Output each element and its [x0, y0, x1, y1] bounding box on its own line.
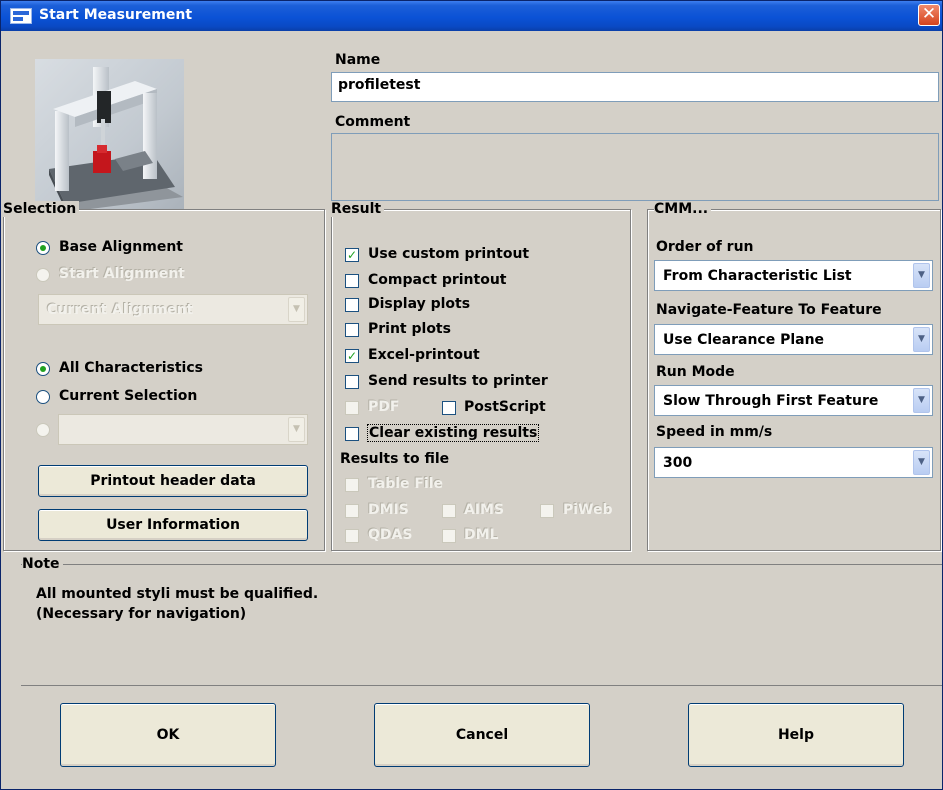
display-plots-label: Display plots	[368, 296, 471, 312]
comment-label: Comment	[335, 114, 411, 130]
alignment-combo-value: Current Alignment	[47, 302, 194, 318]
run-mode-label: Run Mode	[656, 364, 735, 380]
alignment-combo[interactable]: Current Alignment ▼	[38, 294, 308, 325]
cmm-group-title: CMM...	[654, 201, 712, 217]
start-measurement-dialog: Start Measurement ✕ Name profiletest Com…	[0, 0, 943, 790]
start-alignment-radio[interactable]	[36, 268, 50, 282]
qdas-checkbox[interactable]	[345, 529, 359, 543]
table-file-checkbox[interactable]	[345, 478, 359, 492]
qdas-label: QDAS	[368, 527, 413, 543]
compact-printout-label: Compact printout	[368, 272, 507, 288]
close-button[interactable]: ✕	[918, 4, 940, 26]
selection-combo-radio[interactable]	[36, 423, 50, 437]
comment-textarea[interactable]	[331, 133, 939, 201]
postscript-label: PostScript	[464, 399, 546, 415]
chevron-down-icon[interactable]: ▼	[288, 417, 305, 442]
cmm-machine-image	[35, 59, 184, 211]
printout-header-data-button[interactable]: Printout header data	[38, 465, 308, 497]
title-bar[interactable]: Start Measurement ✕	[1, 1, 942, 31]
print-plots-checkbox[interactable]	[345, 323, 359, 337]
result-group-title: Result	[331, 201, 385, 217]
all-characteristics-label: All Characteristics	[59, 360, 203, 376]
user-information-label: User Information	[106, 517, 240, 533]
piweb-label: PiWeb	[563, 502, 613, 518]
table-file-label: Table File	[368, 476, 444, 492]
printout-header-data-label: Printout header data	[90, 473, 256, 489]
dml-label: DML	[464, 527, 499, 543]
speed-label: Speed in mm/s	[656, 424, 773, 440]
send-results-to-printer-checkbox[interactable]	[345, 375, 359, 389]
pdf-label: PDF	[368, 399, 400, 415]
cancel-label: Cancel	[455, 727, 509, 743]
aims-checkbox[interactable]	[442, 504, 456, 518]
help-label: Help	[777, 727, 815, 743]
postscript-checkbox[interactable]	[442, 401, 456, 415]
display-plots-checkbox[interactable]	[345, 298, 359, 312]
chevron-down-icon[interactable]: ▼	[913, 327, 930, 352]
use-custom-printout-checkbox[interactable]: ✓	[345, 248, 359, 262]
dmis-label: DMIS	[368, 502, 409, 518]
clear-existing-results-label: Clear existing results	[367, 424, 540, 442]
window-title: Start Measurement	[39, 7, 193, 23]
name-input[interactable]: profiletest	[331, 72, 939, 102]
pdf-checkbox[interactable]	[345, 401, 359, 415]
excel-printout-label: Excel-printout	[368, 347, 480, 363]
navigate-feature-label: Navigate-Feature To Feature	[656, 302, 882, 318]
aims-label: AIMS	[464, 502, 505, 518]
chevron-down-icon[interactable]: ▼	[913, 263, 930, 288]
base-alignment-label: Base Alignment	[59, 239, 183, 255]
run-mode-combo[interactable]: Slow Through First Feature ▼	[654, 385, 933, 416]
ok-button[interactable]: OK	[60, 703, 276, 767]
excel-printout-checkbox[interactable]: ✓	[345, 349, 359, 363]
run-mode-value: Slow Through First Feature	[663, 393, 879, 409]
order-of-run-label: Order of run	[656, 239, 754, 255]
user-information-button[interactable]: User Information	[38, 509, 308, 541]
print-plots-label: Print plots	[368, 321, 451, 337]
order-of-run-combo[interactable]: From Characteristic List ▼	[654, 260, 933, 291]
results-to-file-label: Results to file	[340, 451, 450, 467]
send-results-to-printer-label: Send results to printer	[368, 373, 548, 389]
current-selection-radio[interactable]	[36, 390, 50, 404]
compact-printout-checkbox[interactable]	[345, 274, 359, 288]
note-line-1: All mounted styli must be qualified.	[36, 586, 319, 602]
dmis-checkbox[interactable]	[345, 504, 359, 518]
ok-label: OK	[156, 727, 180, 743]
speed-value: 300	[663, 455, 693, 471]
clear-existing-results-checkbox[interactable]	[345, 427, 359, 441]
order-of-run-value: From Characteristic List	[663, 268, 852, 284]
speed-combo[interactable]: 300 ▼	[654, 447, 933, 478]
chevron-down-icon[interactable]: ▼	[913, 450, 930, 475]
chevron-down-icon[interactable]: ▼	[288, 297, 305, 322]
note-group	[21, 564, 942, 686]
selection-combo[interactable]: ▼	[58, 414, 308, 445]
piweb-checkbox[interactable]	[540, 504, 554, 518]
cmm-machine-illustration	[49, 67, 183, 211]
name-label: Name	[335, 52, 381, 68]
app-icon	[10, 8, 32, 24]
selection-group: Selection	[3, 201, 325, 551]
dialog-content: Name profiletest Comment Selection Base …	[1, 31, 942, 789]
cancel-button[interactable]: Cancel	[374, 703, 590, 767]
all-characteristics-radio[interactable]	[36, 362, 50, 376]
help-button[interactable]: Help	[688, 703, 904, 767]
start-alignment-label: Start Alignment	[59, 266, 185, 282]
use-custom-printout-label: Use custom printout	[368, 246, 530, 262]
navigate-feature-value: Use Clearance Plane	[663, 332, 825, 348]
dml-checkbox[interactable]	[442, 529, 456, 543]
base-alignment-radio[interactable]	[36, 241, 50, 255]
current-selection-label: Current Selection	[59, 388, 198, 404]
chevron-down-icon[interactable]: ▼	[913, 388, 930, 413]
note-line-2: (Necessary for navigation)	[36, 606, 247, 622]
note-title: Note	[22, 556, 63, 572]
navigate-feature-combo[interactable]: Use Clearance Plane ▼	[654, 324, 933, 355]
selection-group-title: Selection	[3, 201, 80, 217]
